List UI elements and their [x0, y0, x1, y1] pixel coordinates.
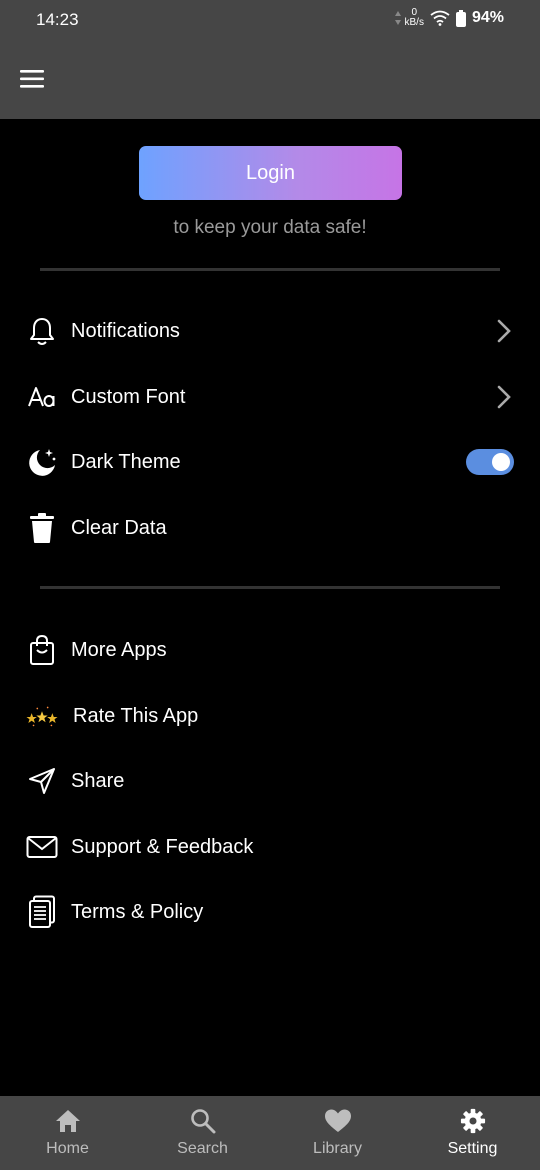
battery-percent: 94% [471, 9, 504, 26]
more-apps-item[interactable]: More Apps [0, 619, 540, 681]
support-label: Support & Feedback [71, 835, 254, 858]
net-speed-unit: kB/s [404, 17, 424, 28]
hamburger-menu-icon[interactable] [18, 67, 46, 91]
terms-item[interactable]: Terms & Policy [0, 881, 540, 943]
support-item[interactable]: Support & Feedback [0, 816, 540, 878]
login-hint: to keep your data safe! [173, 217, 367, 238]
rate-app-item[interactable]: Rate This App [0, 685, 540, 747]
tab-library-label: Library [313, 1140, 362, 1157]
toggle-knob [492, 453, 510, 471]
dark-theme-label: Dark Theme [71, 450, 181, 473]
bottom-navigation: Home Search Library Setting [0, 1096, 540, 1170]
status-icons: 0 kB/s 94% [394, 8, 504, 28]
notifications-item[interactable]: Notifications [0, 300, 540, 362]
custom-font-item[interactable]: Custom Font [0, 366, 540, 428]
document-icon [26, 895, 58, 928]
section-divider [40, 268, 500, 271]
more-apps-label: More Apps [71, 638, 167, 661]
home-icon [55, 1110, 80, 1132]
tab-setting[interactable]: Setting [405, 1096, 540, 1170]
share-label: Share [71, 769, 125, 792]
custom-font-label: Custom Font [71, 385, 186, 408]
clear-data-label: Clear Data [71, 516, 167, 539]
gear-icon [460, 1108, 485, 1134]
battery-icon [455, 9, 466, 27]
rate-app-label: Rate This App [73, 704, 199, 727]
share-item[interactable]: Share [0, 750, 540, 812]
status-time: 14:23 [36, 10, 79, 29]
section-divider [40, 586, 500, 589]
tab-search-label: Search [177, 1140, 228, 1157]
network-speed: 0 kB/s [394, 8, 424, 28]
shopping-bag-icon [26, 634, 58, 666]
tab-home[interactable]: Home [0, 1096, 135, 1170]
tab-search[interactable]: Search [135, 1096, 270, 1170]
tab-setting-label: Setting [447, 1140, 498, 1157]
tab-library[interactable]: Library [270, 1096, 405, 1170]
tab-home-label: Home [46, 1140, 89, 1157]
status-bar: 14:23 0 kB/s 94% [0, 0, 540, 40]
chevron-right-icon [497, 385, 511, 409]
trash-icon [26, 512, 58, 544]
login-button[interactable]: Login [139, 146, 402, 200]
search-icon [190, 1109, 215, 1134]
net-speed-text: 0 kB/s [405, 8, 424, 28]
dark-theme-toggle[interactable] [466, 449, 514, 475]
chevron-right-icon [497, 319, 511, 343]
clear-data-item[interactable]: Clear Data [0, 497, 540, 559]
mail-icon [26, 831, 58, 863]
send-icon [26, 765, 58, 797]
wifi-icon [430, 10, 450, 26]
dark-theme-item: Dark Theme [0, 431, 540, 493]
stars-icon [26, 700, 58, 732]
font-icon [26, 381, 58, 413]
bell-icon [26, 315, 58, 347]
notifications-label: Notifications [71, 319, 180, 342]
app-bar [0, 40, 540, 119]
data-arrows-icon [394, 11, 401, 25]
terms-label: Terms & Policy [71, 900, 204, 923]
heart-icon [324, 1109, 351, 1132]
moon-icon [26, 446, 58, 478]
